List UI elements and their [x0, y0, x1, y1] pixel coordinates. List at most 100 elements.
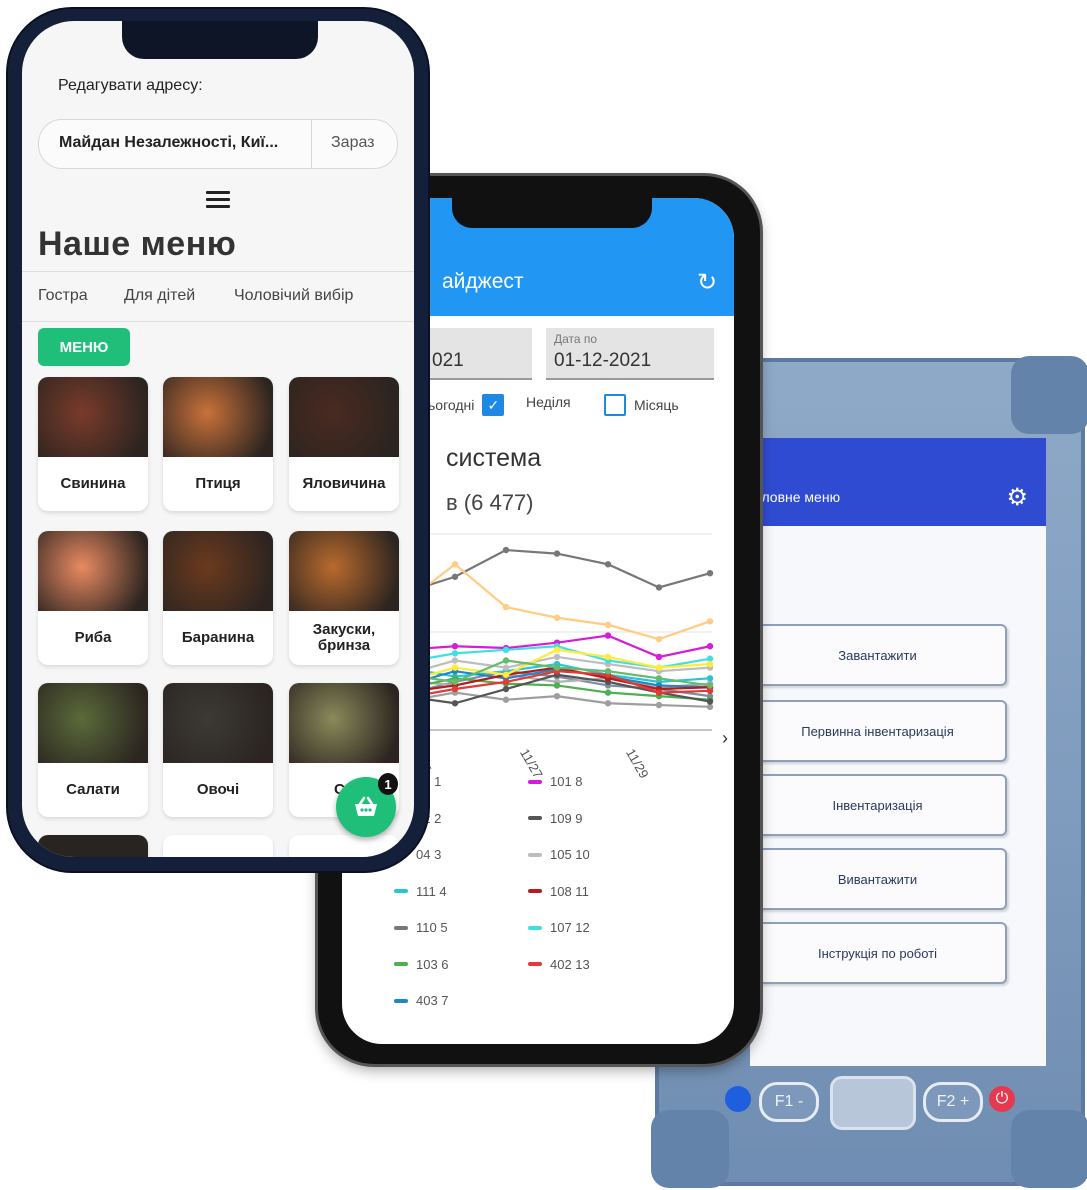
- data-point: [706, 682, 714, 689]
- digest-title: айджест: [442, 270, 524, 293]
- chevron-right-icon[interactable]: ›: [722, 728, 728, 749]
- page-title: Наше меню: [38, 225, 237, 263]
- food-image: [163, 531, 273, 611]
- inventory-button[interactable]: Інвентаризація: [750, 774, 1007, 836]
- category-name: Салати: [66, 780, 120, 798]
- center-key[interactable]: [830, 1076, 916, 1130]
- data-point: [502, 603, 510, 611]
- data-point: [502, 664, 510, 671]
- legend-swatch: [528, 852, 542, 857]
- category-name: Закуски, бринза: [312, 620, 376, 654]
- data-point: [553, 682, 561, 689]
- category-name: Яловичина: [302, 474, 386, 492]
- filter-today[interactable]: ьогодні ✓: [428, 394, 505, 416]
- category-card[interactable]: Баранина: [163, 531, 273, 665]
- menu-button[interactable]: МЕНЮ: [38, 328, 130, 366]
- legend-label: 109 9: [550, 810, 583, 826]
- legend-swatch: [394, 925, 408, 930]
- f2-key-label: F2: [936, 1093, 956, 1110]
- data-point: [502, 678, 510, 686]
- food-image: [38, 377, 148, 457]
- category-card[interactable]: Овочі: [163, 683, 273, 817]
- primary-inventory-button[interactable]: Первинна інвентаризація: [750, 700, 1007, 762]
- hamburger-menu-icon[interactable]: [206, 191, 230, 209]
- legend-label: 108 11: [550, 883, 589, 899]
- data-point: [706, 643, 714, 650]
- data-point: [451, 678, 459, 686]
- data-point: [604, 621, 612, 629]
- food-menu-phone: Редагувати адресу: Майдан Незалежності, …: [8, 9, 428, 871]
- phone-notch: [452, 198, 652, 228]
- basket-icon: [355, 796, 377, 816]
- data-point: [451, 657, 459, 664]
- food-image: [163, 377, 273, 457]
- data-point: [502, 685, 510, 693]
- now-button[interactable]: Зараз: [331, 134, 375, 152]
- power-icon[interactable]: ⏻: [989, 1086, 1015, 1112]
- data-point: [553, 614, 561, 621]
- data-point: [553, 692, 561, 700]
- category-card[interactable]: [289, 835, 399, 857]
- checkbox-checked-icon[interactable]: ✓: [482, 394, 505, 416]
- category-card[interactable]: [163, 835, 273, 857]
- food-image: [38, 683, 148, 763]
- data-point: [655, 675, 663, 682]
- data-point: [451, 650, 459, 657]
- filter-month[interactable]: Місяць: [604, 394, 679, 416]
- terminal-screen: оловне меню ⚙ Завантажити Первинна інвен…: [750, 438, 1046, 1066]
- scan-key[interactable]: [725, 1086, 751, 1112]
- data-point: [553, 550, 561, 557]
- data-point: [502, 671, 510, 678]
- f1-key[interactable]: F1 -: [759, 1082, 819, 1122]
- edit-address-label: Редагувати адресу:: [58, 77, 203, 94]
- date-to-field[interactable]: Дата по 01-12-2021: [546, 328, 714, 380]
- upload-button[interactable]: Вивантажити: [750, 848, 1007, 910]
- legend-swatch: [394, 962, 408, 966]
- category-name: Свинина: [60, 474, 126, 492]
- tab-mens-choice[interactable]: Чоловічий вибір: [234, 287, 353, 305]
- data-point: [604, 668, 612, 675]
- download-button[interactable]: Завантажити: [750, 624, 1007, 686]
- legend-item: 101 8: [528, 774, 583, 789]
- filter-today-label: ьогодні: [428, 397, 475, 413]
- legend-swatch: [528, 779, 542, 784]
- terminal-keypad: F1 - F2 + ⏻: [725, 1076, 1045, 1150]
- data-point: [655, 653, 663, 661]
- data-point: [502, 546, 510, 554]
- instructions-button[interactable]: Інструкція по роботі: [750, 922, 1007, 984]
- data-point: [604, 700, 612, 707]
- legend-swatch: [394, 889, 408, 893]
- food-image: [38, 531, 148, 611]
- category-name: Риба: [74, 628, 112, 646]
- data-point: [451, 664, 459, 671]
- data-point: [451, 700, 459, 707]
- data-point: [502, 696, 510, 703]
- terminal-app-bar: оловне меню ⚙: [750, 438, 1046, 526]
- data-point: [553, 664, 561, 671]
- data-point: [604, 561, 612, 568]
- series-line-13: [403, 562, 711, 641]
- data-point: [553, 653, 561, 661]
- f2-key[interactable]: F2 +: [923, 1082, 983, 1122]
- data-point: [655, 584, 663, 591]
- legend-label: 110 5: [416, 920, 448, 935]
- legend-item: 107 12: [528, 920, 590, 935]
- category-card[interactable]: Закуски, бринза: [289, 531, 399, 665]
- tab-spicy[interactable]: Гостра: [38, 287, 88, 305]
- refresh-icon[interactable]: ↻: [697, 268, 717, 297]
- filter-week[interactable]: Неділя: [526, 394, 571, 410]
- category-card[interactable]: Риба: [38, 531, 148, 665]
- category-card[interactable]: Салати: [38, 683, 148, 817]
- tab-kids[interactable]: Для дітей: [124, 287, 195, 305]
- category-card[interactable]: Свинина: [38, 377, 148, 511]
- data-point: [655, 689, 663, 696]
- address-input[interactable]: Майдан Незалежності, Киї...: [59, 134, 278, 152]
- data-point: [706, 660, 714, 668]
- category-card[interactable]: [38, 835, 148, 857]
- category-card[interactable]: Яловичина: [289, 377, 399, 511]
- gear-icon[interactable]: ⚙: [1006, 483, 1028, 512]
- checkbox-icon[interactable]: [604, 394, 626, 416]
- data-point: [604, 689, 612, 696]
- category-card[interactable]: Птиця: [163, 377, 273, 511]
- data-point: [451, 561, 459, 568]
